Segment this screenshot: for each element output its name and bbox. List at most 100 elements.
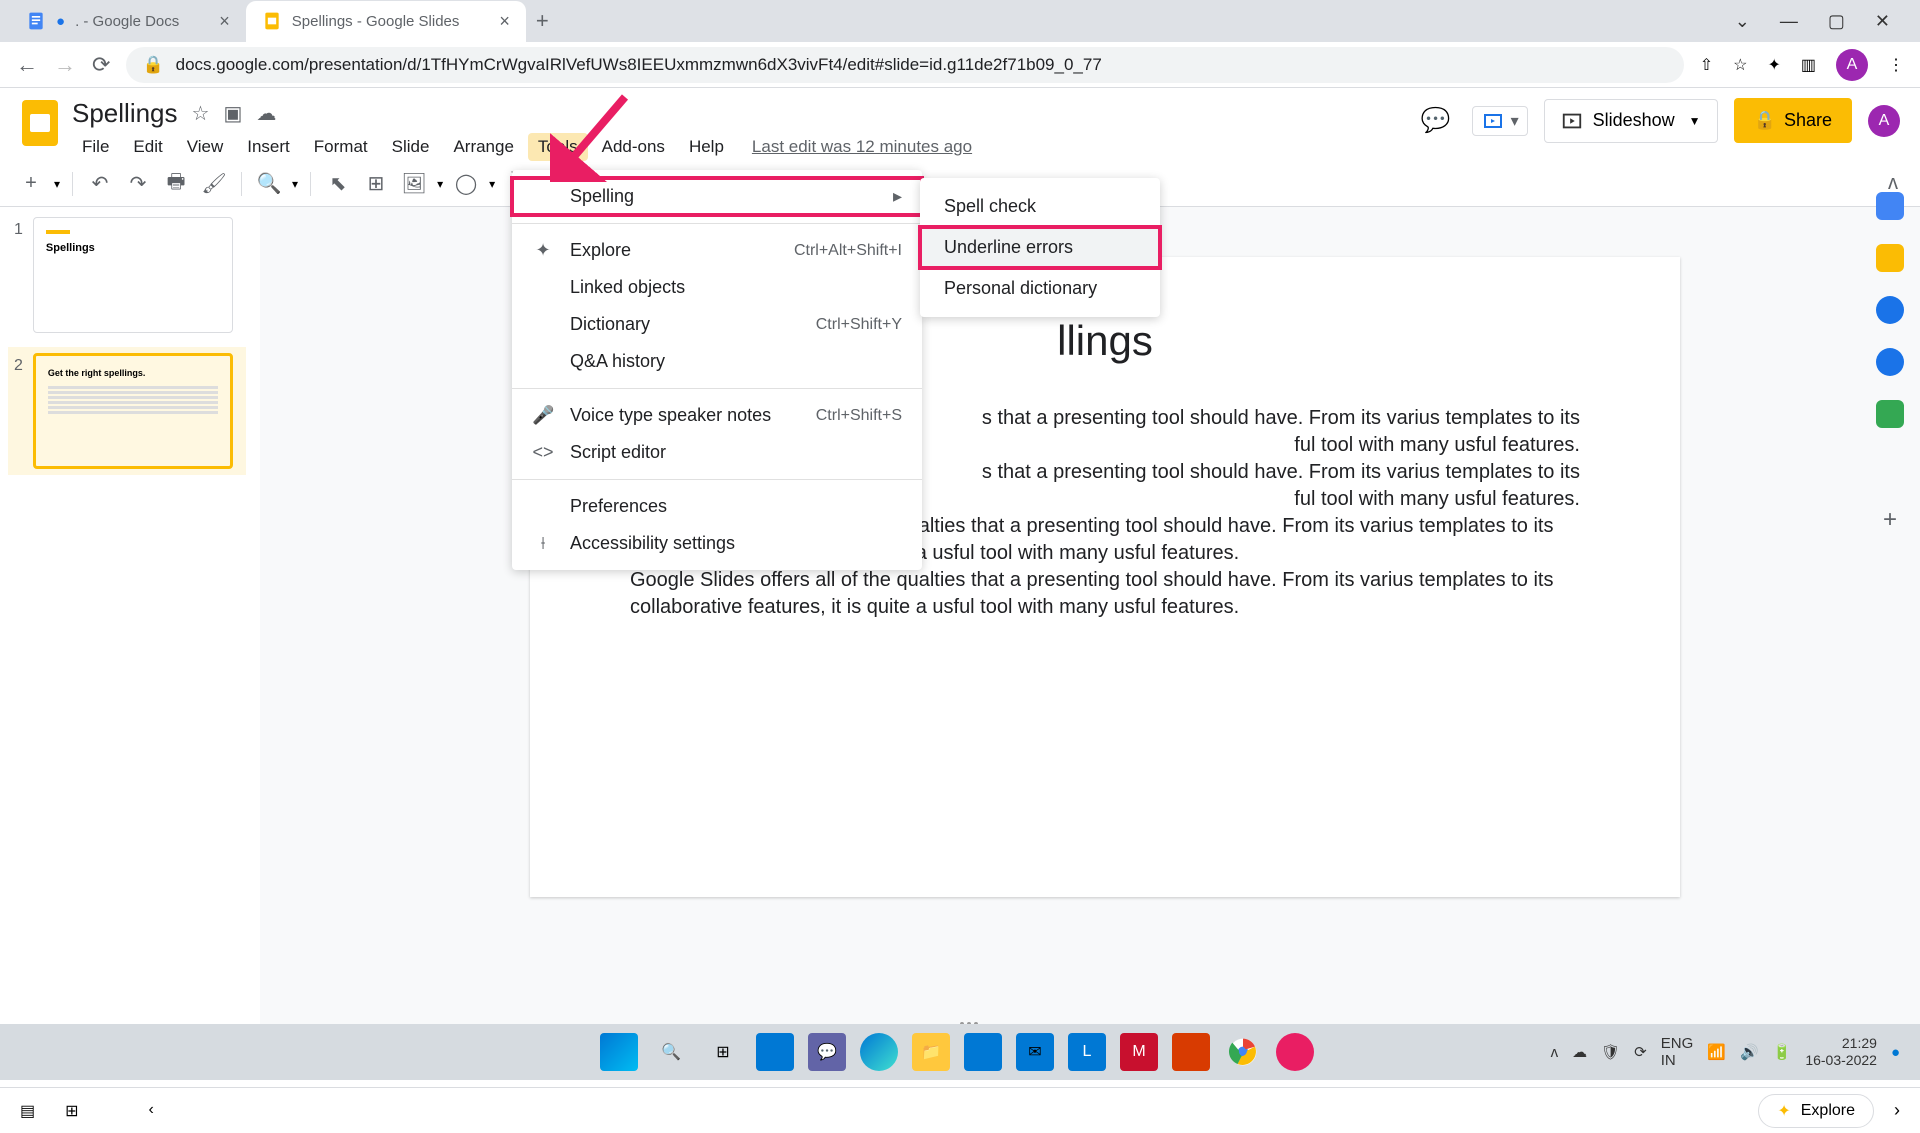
slide-thumbnail-1[interactable]: Spellings (33, 217, 233, 333)
mcafee-icon[interactable]: M (1120, 1033, 1158, 1071)
maps-icon[interactable] (1876, 400, 1904, 428)
present-dropdown[interactable]: ▾ (1472, 106, 1528, 136)
browser-tab-slides[interactable]: Spellings - Google Slides × (246, 1, 526, 42)
close-icon[interactable]: × (219, 11, 230, 32)
filmstrip-view-icon[interactable]: ▤ (20, 1101, 35, 1121)
chat-icon[interactable]: 💬 (808, 1033, 846, 1071)
address-input[interactable]: 🔒 docs.google.com/presentation/d/1TfHYmC… (126, 47, 1683, 83)
undo-button[interactable]: ↶ (85, 169, 115, 199)
slide-thumbnails: 1 Spellings 2 Get the right spellings. (0, 207, 260, 1027)
mail-icon[interactable]: ✉ (1016, 1033, 1054, 1071)
slide-thumbnail-2[interactable]: Get the right spellings. (33, 353, 233, 469)
volume-icon[interactable]: 🔊 (1740, 1043, 1759, 1061)
menu-dictionary[interactable]: Dictionary Ctrl+Shift+Y (512, 306, 922, 343)
menu-edit[interactable]: Edit (123, 133, 172, 161)
menu-arrange[interactable]: Arrange (443, 133, 523, 161)
submenu-spell-check[interactable]: Spell check (920, 186, 1160, 227)
contacts-icon[interactable] (1876, 348, 1904, 376)
explorer-icon[interactable]: 📁 (912, 1033, 950, 1071)
extensions-icon[interactable]: ✦ (1767, 55, 1780, 75)
browser-tab-strip: ● . - Google Docs × Spellings - Google S… (0, 0, 1920, 42)
account-avatar[interactable]: A (1868, 105, 1900, 137)
textbox-tool[interactable]: ⊞ (361, 169, 391, 199)
share-page-icon[interactable]: ⇧ (1700, 55, 1713, 75)
print-button[interactable]: 🖶 (161, 169, 191, 199)
kebab-icon[interactable]: ⋮ (1888, 55, 1904, 75)
menu-linked-objects[interactable]: Linked objects (512, 269, 922, 306)
menu-preferences[interactable]: Preferences (512, 488, 922, 525)
collapse-panel-icon[interactable]: ‹ (149, 1101, 154, 1121)
share-button[interactable]: 🔒 Share (1734, 98, 1852, 143)
lock-icon: 🔒 (142, 55, 163, 75)
start-icon[interactable] (600, 1033, 638, 1071)
new-tab-button[interactable]: + (536, 8, 549, 34)
forward-icon[interactable]: → (54, 52, 76, 78)
reload-icon[interactable]: ⟳ (92, 52, 110, 78)
submenu-personal-dictionary[interactable]: Personal dictionary (920, 268, 1160, 309)
last-edit-link[interactable]: Last edit was 12 minutes ago (752, 133, 972, 161)
chevron-down-icon[interactable]: ⌄ (1735, 11, 1750, 32)
menu-insert[interactable]: Insert (237, 133, 300, 161)
office-icon[interactable] (1172, 1033, 1210, 1071)
maximize-icon[interactable]: ▢ (1828, 11, 1845, 32)
menu-voice-type[interactable]: 🎤 Voice type speaker notes Ctrl+Shift+S (512, 397, 922, 434)
clock[interactable]: 21:29 16-03-2022 (1805, 1035, 1877, 1069)
slides-logo[interactable] (20, 98, 60, 148)
menu-explore[interactable]: ✦ Explore Ctrl+Alt+Shift+I (512, 232, 922, 269)
comments-icon[interactable]: 💬 (1416, 101, 1456, 141)
image-tool[interactable]: 🖼 (399, 169, 429, 199)
tray-icon-2[interactable]: ⟳ (1634, 1043, 1647, 1061)
profile-avatar[interactable]: A (1836, 49, 1868, 81)
tray-icon[interactable]: 🛡 (1601, 1043, 1620, 1061)
close-icon[interactable]: × (499, 11, 510, 32)
menu-view[interactable]: View (177, 133, 234, 161)
submenu-underline-errors[interactable]: Underline errors (920, 227, 1160, 268)
move-icon[interactable]: ▣ (223, 101, 242, 126)
zoom-button[interactable]: 🔍 (254, 169, 284, 199)
chrome-icon[interactable] (1224, 1033, 1262, 1071)
menu-accessibility[interactable]: ⟊ Accessibility settings (512, 525, 922, 562)
notifications-icon[interactable]: ● (1891, 1044, 1900, 1061)
new-slide-button[interactable]: + (16, 169, 46, 199)
chevron-up-icon[interactable]: ʌ (1551, 1044, 1559, 1061)
cloud-icon[interactable]: ☁ (256, 101, 276, 126)
menu-help[interactable]: Help (679, 133, 734, 161)
document-title[interactable]: Spellings (72, 98, 178, 129)
store-icon[interactable] (964, 1033, 1002, 1071)
onedrive-icon[interactable]: ☁ (1572, 1043, 1587, 1061)
redo-button[interactable]: ↷ (123, 169, 153, 199)
close-window-icon[interactable]: ✕ (1875, 11, 1890, 32)
widgets-icon[interactable] (756, 1033, 794, 1071)
star-icon[interactable]: ☆ (1733, 55, 1747, 75)
grid-view-icon[interactable]: ⊞ (65, 1101, 78, 1121)
shape-tool[interactable]: ◯ (451, 169, 481, 199)
slideshow-button[interactable]: Slideshow ▼ (1544, 99, 1718, 143)
app-icon[interactable]: L (1068, 1033, 1106, 1071)
menu-format[interactable]: Format (304, 133, 378, 161)
select-tool[interactable]: ⬉ (323, 169, 353, 199)
app-icon-2[interactable] (1276, 1033, 1314, 1071)
menu-qa-history[interactable]: Q&A history (512, 343, 922, 380)
paint-format-button[interactable]: 🖌 (199, 169, 229, 199)
add-sidepanel-icon[interactable]: + (1883, 506, 1897, 534)
star-icon[interactable]: ☆ (192, 101, 210, 126)
back-icon[interactable]: ← (16, 52, 38, 78)
sidepanel-icon[interactable]: ▥ (1801, 55, 1816, 75)
expand-sidepanel-icon[interactable]: › (1894, 1100, 1900, 1121)
minimize-icon[interactable]: — (1780, 11, 1798, 32)
edge-icon[interactable] (860, 1033, 898, 1071)
battery-icon[interactable]: 🔋 (1773, 1043, 1792, 1061)
menu-slide[interactable]: Slide (382, 133, 440, 161)
search-icon[interactable]: 🔍 (652, 1033, 690, 1071)
explore-button[interactable]: ✦ Explore (1758, 1094, 1874, 1128)
keep-icon[interactable] (1876, 244, 1904, 272)
tasks-icon[interactable] (1876, 296, 1904, 324)
menu-file[interactable]: File (72, 133, 119, 161)
calendar-icon[interactable] (1876, 192, 1904, 220)
wifi-icon[interactable]: 📶 (1707, 1043, 1726, 1061)
language-indicator[interactable]: ENG IN (1661, 1035, 1694, 1069)
menu-script-editor[interactable]: <> Script editor (512, 434, 922, 471)
browser-tab-docs[interactable]: ● . - Google Docs × (10, 1, 246, 42)
accessibility-icon: ⟊ (532, 533, 554, 554)
task-view-icon[interactable]: ⊞ (704, 1033, 742, 1071)
